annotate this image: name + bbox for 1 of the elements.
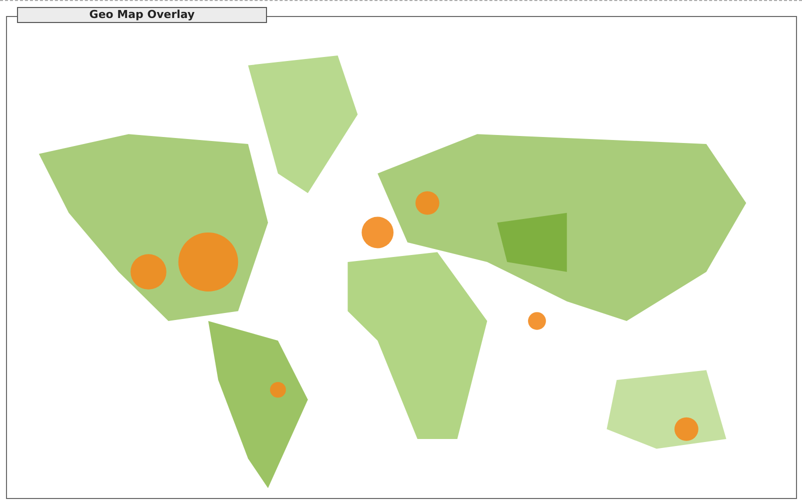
panel-title: Geo Map Overlay bbox=[17, 7, 267, 23]
